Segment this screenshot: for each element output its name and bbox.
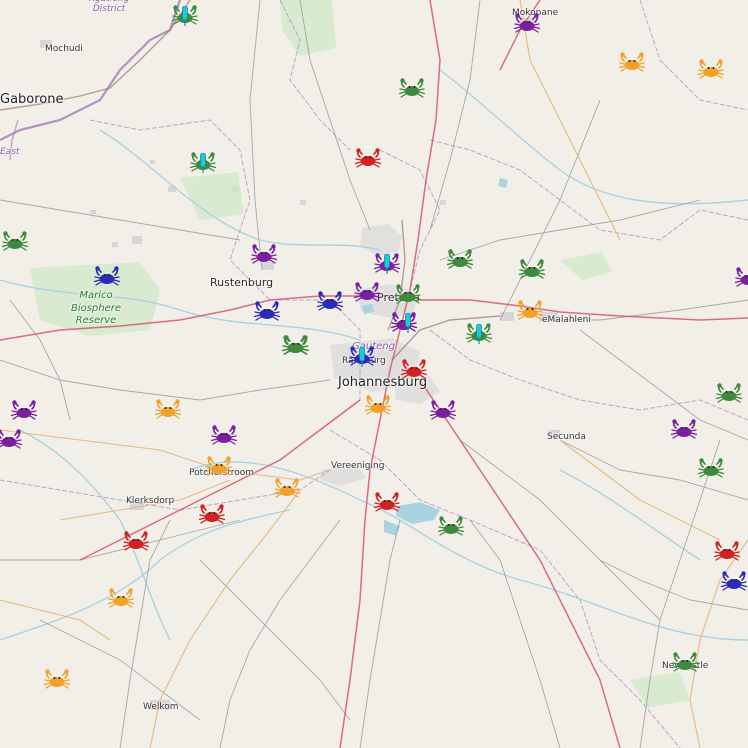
crab-marker-purple[interactable] bbox=[0, 429, 23, 451]
map-pin-marker[interactable] bbox=[475, 324, 483, 344]
crab-marker-green[interactable] bbox=[282, 335, 310, 357]
map-pin-marker[interactable] bbox=[199, 153, 207, 173]
crab-marker-green[interactable] bbox=[437, 516, 465, 538]
crab-marker-red[interactable] bbox=[373, 492, 401, 514]
basemap bbox=[0, 0, 748, 748]
map-pin-marker[interactable] bbox=[383, 254, 391, 274]
place-label-emalahleni: eMalahleni bbox=[542, 315, 591, 325]
crab-marker-green[interactable] bbox=[697, 458, 725, 480]
crab-marker-purple[interactable] bbox=[10, 400, 38, 422]
crab-marker-purple[interactable] bbox=[210, 425, 238, 447]
crab-marker-red[interactable] bbox=[354, 148, 382, 170]
crab-marker-purple[interactable] bbox=[734, 267, 748, 289]
region-label-marico: Marico Biosphere Reserve bbox=[70, 290, 122, 326]
place-label-vereeniging: Vereeniging bbox=[331, 461, 385, 471]
crab-marker-blue[interactable] bbox=[720, 571, 748, 593]
crab-marker-green[interactable] bbox=[671, 652, 699, 674]
crab-marker-purple[interactable] bbox=[353, 282, 381, 304]
crab-marker-blue[interactable] bbox=[253, 301, 281, 323]
crab-marker-blue[interactable] bbox=[93, 266, 121, 288]
region-label-kgatleng: Kgatleng District bbox=[89, 0, 129, 15]
region-label-east: East bbox=[0, 147, 20, 157]
crab-marker-purple[interactable] bbox=[429, 400, 457, 422]
crab-marker-purple[interactable] bbox=[250, 244, 278, 266]
crab-marker-orange[interactable] bbox=[205, 456, 233, 478]
crab-marker-orange[interactable] bbox=[618, 52, 646, 74]
crab-marker-red[interactable] bbox=[713, 541, 741, 563]
crab-marker-orange[interactable] bbox=[273, 478, 301, 500]
crab-marker-green[interactable] bbox=[394, 284, 422, 306]
crab-marker-orange[interactable] bbox=[516, 300, 544, 322]
place-label-klerksdorp: Klerksdorp bbox=[126, 496, 175, 506]
place-label-mochudi: Mochudi bbox=[45, 44, 83, 54]
place-label-gaborone: Gaborone bbox=[0, 92, 64, 107]
crab-marker-green[interactable] bbox=[398, 78, 426, 100]
place-label-rustenburg: Rustenburg bbox=[210, 276, 274, 289]
crab-marker-orange[interactable] bbox=[364, 395, 392, 417]
crab-marker-red[interactable] bbox=[122, 531, 150, 553]
crab-marker-green[interactable] bbox=[1, 231, 29, 253]
crab-marker-green[interactable] bbox=[715, 383, 743, 405]
crab-marker-green[interactable] bbox=[518, 259, 546, 281]
crab-marker-blue[interactable] bbox=[316, 291, 344, 313]
map-pin-marker[interactable] bbox=[181, 6, 189, 26]
map-pin-marker[interactable] bbox=[404, 313, 412, 333]
crab-marker-purple[interactable] bbox=[670, 419, 698, 441]
crab-marker-purple[interactable] bbox=[513, 13, 541, 35]
map-view[interactable]: Gaborone Mochudi Mokopane Rustenburg Pre… bbox=[0, 0, 748, 748]
crab-marker-orange[interactable] bbox=[154, 399, 182, 421]
crab-marker-red[interactable] bbox=[400, 359, 428, 381]
crab-marker-orange[interactable] bbox=[43, 669, 71, 691]
place-label-secunda: Secunda bbox=[547, 432, 586, 442]
crab-marker-red[interactable] bbox=[198, 504, 226, 526]
place-label-welkom: Welkom bbox=[143, 702, 179, 712]
crab-marker-orange[interactable] bbox=[107, 588, 135, 610]
crab-marker-orange[interactable] bbox=[697, 59, 725, 81]
crab-marker-green[interactable] bbox=[446, 249, 474, 271]
map-pin-marker[interactable] bbox=[358, 347, 366, 367]
